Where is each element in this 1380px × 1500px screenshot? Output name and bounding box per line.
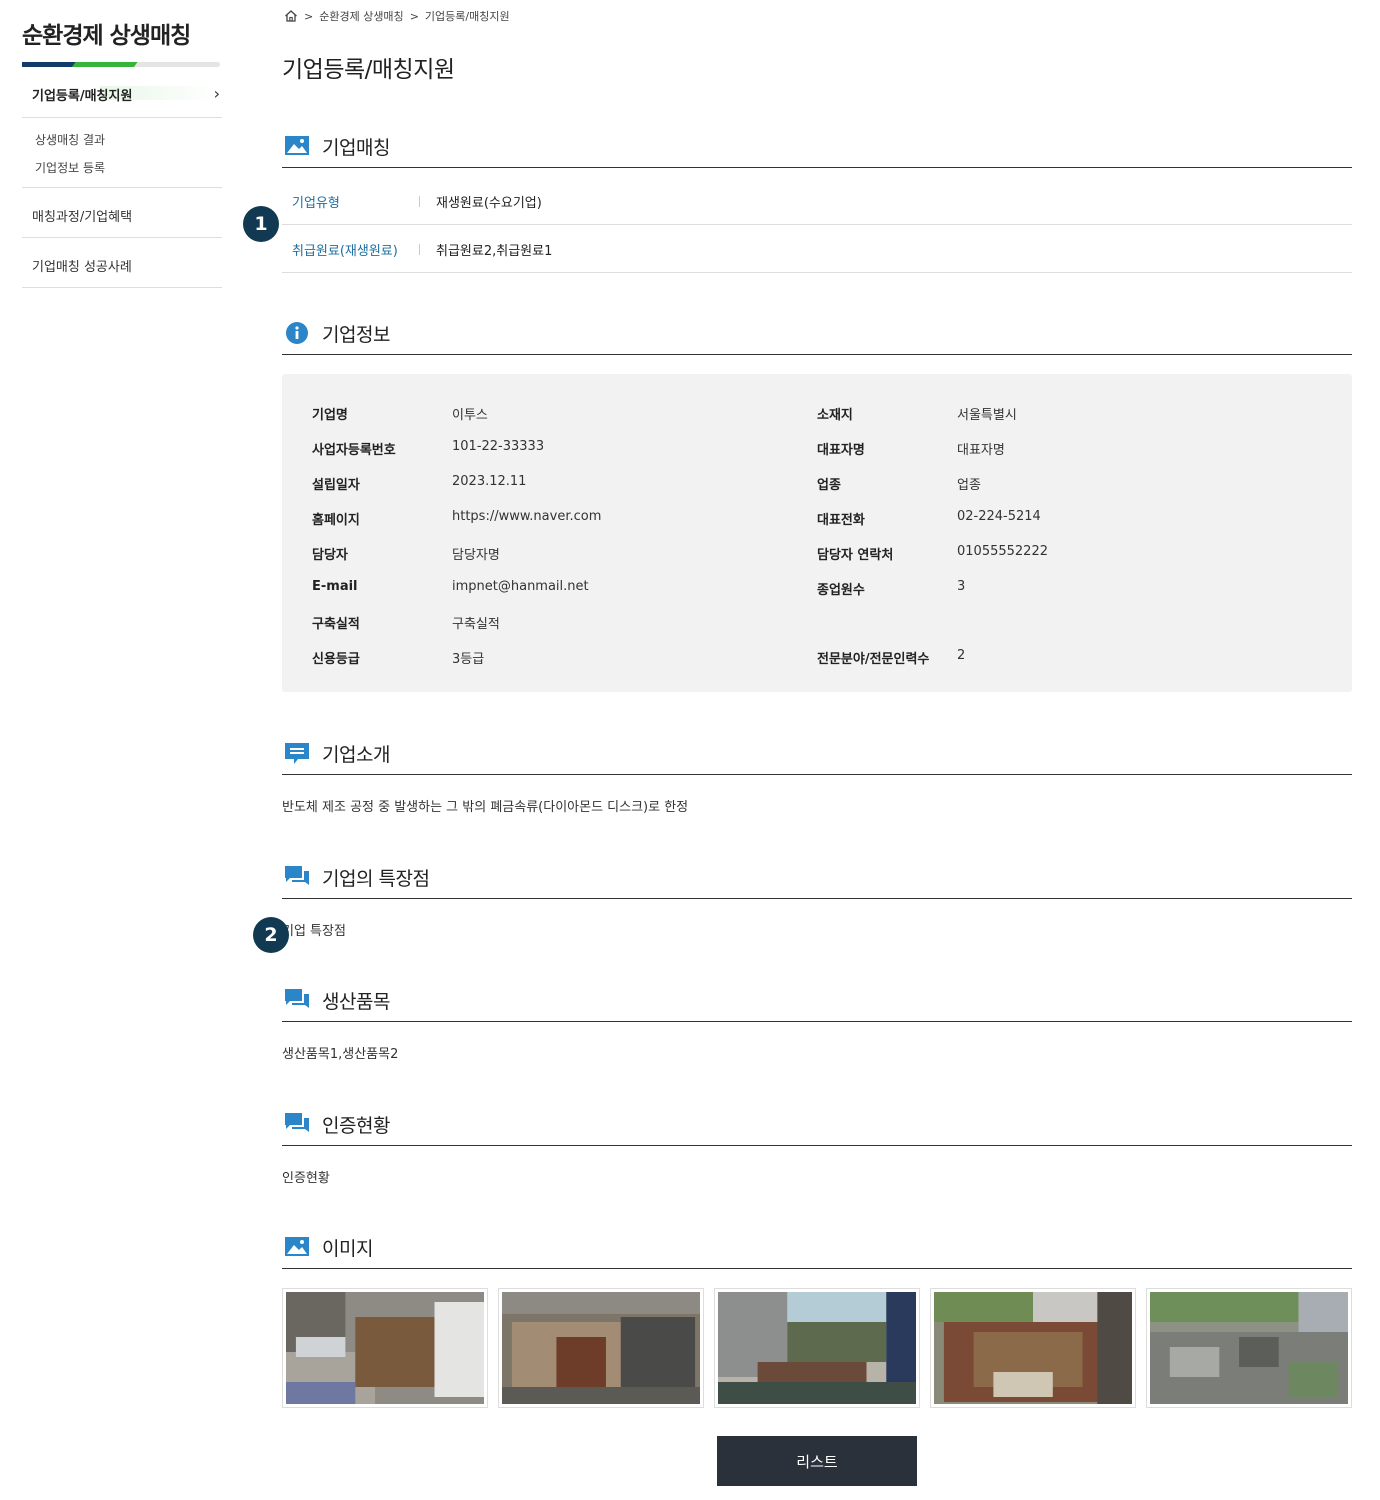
info-key: 대표자명 <box>817 443 865 458</box>
section-title: 기업정보 <box>322 324 390 346</box>
annotation-badge-2: 2 <box>253 917 289 953</box>
image-icon <box>285 1237 309 1256</box>
info-value: 02-224-5214 <box>957 509 1041 524</box>
section-title: 인증현황 <box>322 1115 390 1137</box>
info-value: 구축실적 <box>452 617 500 632</box>
info-key: 홈페이지 <box>312 513 360 528</box>
comment-icon <box>285 743 309 764</box>
info-value: 서울특별시 <box>957 408 1017 423</box>
section-title: 기업의 특장점 <box>322 868 430 890</box>
section-certification: 인증현황 <box>282 1106 1352 1146</box>
match-row-company-type: 기업유형 재생원료(수요기업) <box>282 177 1352 225</box>
image-icon <box>285 136 309 155</box>
section-company-features: 기업의 특장점 <box>282 859 1352 899</box>
info-key: 담당자 연락처 <box>817 548 894 563</box>
sidebar-subitem-matching-result[interactable]: 상생매칭 결과 <box>35 131 105 148</box>
match-row-materials: 취급원료(재생원료) 취급원료2,취급원료1 <box>282 225 1352 273</box>
info-value: 2023.12.11 <box>452 474 527 489</box>
photo-truck-waste <box>286 1292 484 1404</box>
sidebar-bar-green-segment <box>72 62 138 67</box>
info-value: 3 <box>957 579 966 594</box>
sidebar-subnav: 상생매칭 결과 기업정보 등록 <box>22 118 222 188</box>
section-company-intro: 기업소개 <box>282 735 1352 775</box>
section-products: 생산품목 <box>282 982 1352 1022</box>
company-intro-text: 반도체 제조 공정 중 발생하는 그 밖의 폐금속류(다이아몬드 디스크)로 한… <box>282 800 689 815</box>
sidebar-progress-bar <box>22 62 220 67</box>
gallery-thumbnail[interactable] <box>282 1288 488 1408</box>
sidebar-item-label: 기업매칭 성공사례 <box>32 260 132 275</box>
photo-branches-container <box>934 1292 1132 1404</box>
info-icon <box>286 322 308 344</box>
photo-debris-lot <box>718 1292 916 1404</box>
section-company-info: 기업정보 <box>282 315 1352 355</box>
gallery-thumbnail[interactable] <box>1146 1288 1352 1408</box>
gallery-thumbnail[interactable] <box>498 1288 704 1408</box>
info-key: 담당자 <box>312 548 348 563</box>
info-key: 전문분야/전문인력수 <box>817 652 930 667</box>
info-key: 사업자등록번호 <box>312 443 396 458</box>
info-key: 구축실적 <box>312 617 360 632</box>
annotation-badge-1: 1 <box>243 206 279 242</box>
section-title: 기업매칭 <box>322 137 390 159</box>
divider <box>419 196 420 207</box>
photo-rubble-pile <box>1150 1292 1348 1404</box>
company-info-box: 기업명 이투스 소재지 서울특별시 사업자등록번호 101-22-33333 대… <box>282 374 1352 692</box>
chevron-right-icon: › <box>213 84 220 103</box>
sidebar-item-label: 매칭과정/기업혜택 <box>32 210 133 225</box>
info-value: 이투스 <box>452 408 488 423</box>
sidebar-title: 순환경제 상생매칭 <box>22 23 191 49</box>
breadcrumb: > 순환경제 상생매칭 > 기업등록/매칭지원 <box>284 8 510 24</box>
certification-text: 인증현황 <box>282 1171 330 1186</box>
section-title: 이미지 <box>322 1238 373 1260</box>
info-value: 2 <box>957 648 966 663</box>
image-gallery <box>282 1288 1352 1408</box>
chat-icon <box>285 1113 309 1132</box>
match-value: 취급원료2,취급원료1 <box>436 244 553 259</box>
info-value: 대표자명 <box>957 443 1005 458</box>
section-title: 기업소개 <box>322 744 390 766</box>
page-title: 기업등록/매칭지원 <box>282 57 455 83</box>
info-value: 담당자명 <box>452 548 500 563</box>
divider <box>419 244 420 255</box>
breadcrumb-separator: > <box>304 9 314 23</box>
chat-icon <box>285 989 309 1008</box>
breadcrumb-separator: > <box>409 9 419 23</box>
list-button[interactable]: 리스트 <box>717 1436 917 1486</box>
homepage-link[interactable]: https://www.naver.com <box>452 509 601 524</box>
gallery-thumbnail[interactable] <box>930 1288 1136 1408</box>
info-value: 01055552222 <box>957 544 1048 559</box>
sidebar-item-label: 기업등록/매칭지원 <box>32 89 133 104</box>
section-images: 이미지 <box>282 1229 1352 1269</box>
sidebar-item-success-cases[interactable]: 기업매칭 성공사례 <box>22 238 222 288</box>
info-key: 소재지 <box>817 408 853 423</box>
info-key: 대표전화 <box>817 513 865 528</box>
gallery-thumbnail[interactable] <box>714 1288 920 1408</box>
info-key: 업종 <box>817 478 841 493</box>
info-value: 3등급 <box>452 652 485 667</box>
breadcrumb-item-circular-economy[interactable]: 순환경제 상생매칭 <box>319 8 403 24</box>
photo-waste-bin <box>502 1292 700 1404</box>
info-key: 설립일자 <box>312 478 360 493</box>
info-key: 기업명 <box>312 408 348 423</box>
info-key: 종업원수 <box>817 583 865 598</box>
info-value: 101-22-33333 <box>452 439 545 454</box>
section-title: 생산품목 <box>322 991 390 1013</box>
section-company-matching: 기업매칭 <box>282 128 1352 168</box>
info-key: E-mail <box>312 579 358 594</box>
match-value: 재생원료(수요기업) <box>436 196 542 211</box>
company-features-text: 기업 특장점 <box>282 924 346 939</box>
match-key: 기업유형 <box>292 196 340 211</box>
info-key: 신용등급 <box>312 652 360 667</box>
info-value: 업종 <box>957 478 981 493</box>
home-icon[interactable] <box>284 9 298 23</box>
products-text: 생산품목1,생산품목2 <box>282 1047 399 1062</box>
sidebar-subitem-company-info-register[interactable]: 기업정보 등록 <box>35 159 105 176</box>
breadcrumb-item-current: 기업등록/매칭지원 <box>424 10 510 23</box>
email-link[interactable]: impnet@hanmail.net <box>452 579 589 594</box>
sidebar-item-matching-process[interactable]: 매칭과정/기업혜택 <box>22 188 222 238</box>
match-key: 취급원료(재생원료) <box>292 244 398 259</box>
sidebar-item-company-registration[interactable]: 기업등록/매칭지원 › <box>22 80 222 118</box>
chat-icon <box>285 866 309 885</box>
